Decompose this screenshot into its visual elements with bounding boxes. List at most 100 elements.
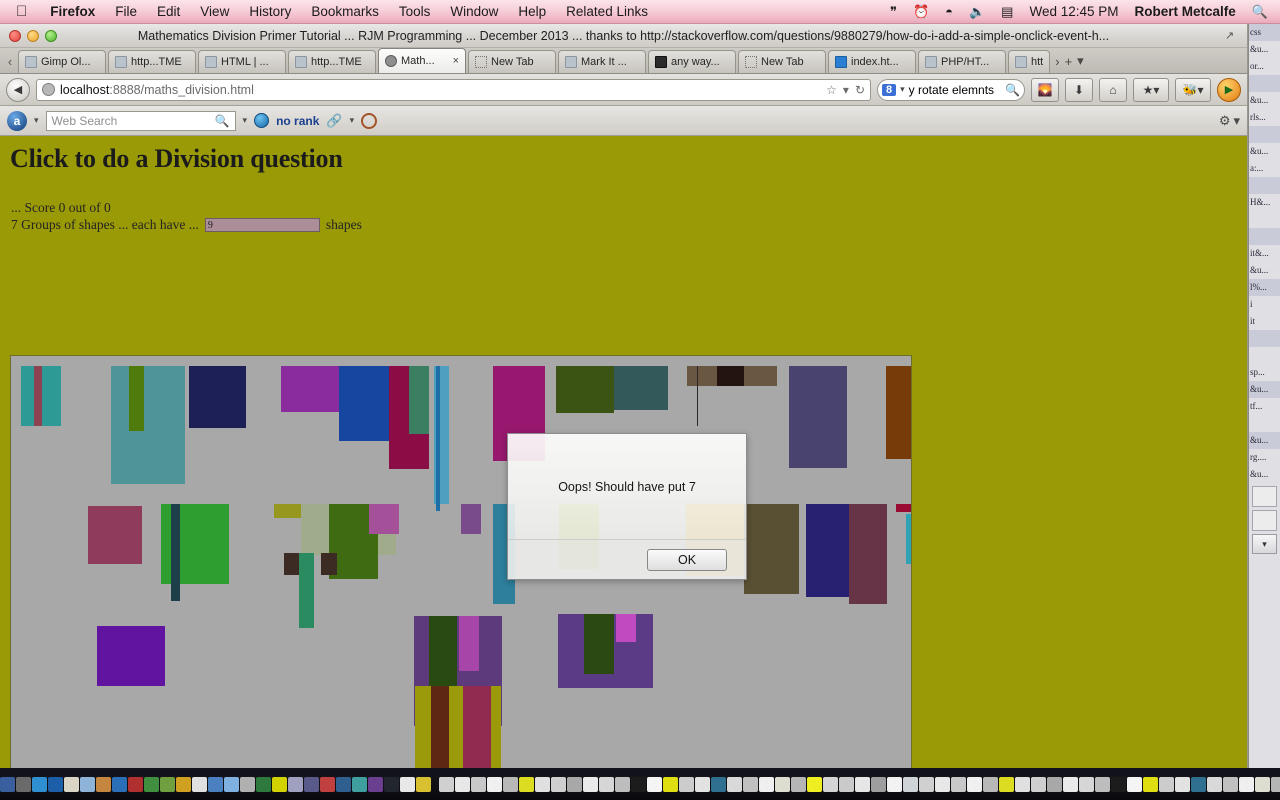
chevron-down-icon[interactable]: ▾ [900,84,905,95]
shape-rect[interactable] [431,686,449,768]
dock-window-icon[interactable] [583,777,598,792]
shape-rect[interactable] [806,504,850,597]
tab-http-tme-2[interactable]: http...TME [288,50,376,73]
shape-rect[interactable] [459,616,479,671]
wifi-icon[interactable]: ◓ [937,5,961,18]
dock-icon[interactable] [32,777,47,792]
firebug-button[interactable]: 🐝▾ [1175,77,1211,102]
bookmarks-button[interactable]: ★▾ [1133,77,1169,102]
dock-window-icon[interactable] [439,777,454,792]
shape-rect[interactable] [129,366,144,431]
shape-rect[interactable] [697,366,698,426]
menu-item-related-links[interactable]: Related Links [556,4,658,19]
dock-window-icon[interactable] [1079,777,1094,792]
shape-rect[interactable] [171,504,180,601]
tab-gimp[interactable]: Gimp Ol... [18,50,106,73]
dock-window-icon[interactable] [631,777,646,792]
dock-window-icon[interactable] [823,777,838,792]
battery-icon[interactable]: ▤ [993,5,1021,18]
zoom-window-button[interactable] [45,29,57,42]
dock-window-icon[interactable] [567,777,582,792]
chevron-down-icon[interactable]: ▾ [350,115,355,126]
dock-window-icon[interactable] [1191,777,1206,792]
reload-icon[interactable]: ↻ [855,83,865,97]
shape-rect[interactable] [614,366,668,410]
dock-icon[interactable] [304,777,319,792]
bg-window-field[interactable] [1252,486,1277,507]
play-icon[interactable]: ▶ [1217,77,1241,102]
url-bar[interactable]: localhost:8888/maths_division.html ☆ ▾ ↻ [36,78,871,101]
shape-rect[interactable] [409,366,429,434]
dock-window-icon[interactable] [455,777,470,792]
dock-icon[interactable] [384,777,399,792]
shape-rect[interactable] [34,366,42,426]
dock-icon[interactable] [208,777,223,792]
answer-input[interactable] [204,218,320,232]
dock-icon[interactable] [192,777,207,792]
dock-icon[interactable] [352,777,367,792]
dock-window-icon[interactable] [1207,777,1222,792]
shape-rect[interactable] [88,506,142,564]
ok-button[interactable]: OK [647,549,727,571]
dock-window-icon[interactable] [1063,777,1078,792]
downloads-button[interactable]: ⬇ [1065,77,1093,102]
shape-rect[interactable] [97,626,165,686]
dock-window-icon[interactable] [679,777,694,792]
shape-rect[interactable] [717,366,744,386]
dock-icon[interactable] [0,777,15,792]
dock-icon[interactable] [64,777,79,792]
dock-window-icon[interactable] [807,777,822,792]
dock-icon[interactable] [96,777,111,792]
tab-new-tab-1[interactable]: New Tab [468,50,556,73]
menubar-username[interactable]: Robert Metcalfe [1127,4,1244,19]
dock-window-icon[interactable] [1239,777,1254,792]
tab-htt[interactable]: htt [1008,50,1051,73]
dock-icon[interactable] [336,777,351,792]
shape-rect[interactable] [369,504,399,534]
screenshot-button[interactable]: 🌄 [1031,77,1059,102]
dock-icon[interactable] [272,777,287,792]
shape-rect[interactable] [556,366,614,413]
shape-rect[interactable] [339,366,389,441]
dock-window-icon[interactable] [695,777,710,792]
shape-rect[interactable] [111,366,185,484]
alexa-icon[interactable]: a [7,110,27,131]
chevron-down-icon[interactable]: ▾ [34,115,39,126]
shape-rect[interactable] [299,553,314,628]
search-icon[interactable]: 🔍 [1005,83,1020,97]
search-icon[interactable]: 🔍 [1244,5,1280,18]
tab-new-tab-2[interactable]: New Tab [738,50,826,73]
dock-icon[interactable] [48,777,63,792]
tab-mark-it[interactable]: Mark It ... [558,50,646,73]
dock-window-icon[interactable] [903,777,918,792]
bg-window-dropdown[interactable]: ▾ [1252,534,1277,554]
dock-window-icon[interactable] [855,777,870,792]
tab-index-html[interactable]: index.ht... [828,50,916,73]
gear-icon[interactable]: ⚙ [1219,113,1231,129]
dock-window-icon[interactable] [1031,777,1046,792]
dock-window-icon[interactable] [1015,777,1030,792]
dock-window-icon[interactable] [1223,777,1238,792]
dock-window-icon[interactable] [951,777,966,792]
dock-window-icon[interactable] [1255,777,1270,792]
dock-window-icon[interactable] [983,777,998,792]
shape-rect[interactable] [849,504,887,604]
dock[interactable] [0,776,1280,800]
dock-icon[interactable] [160,777,175,792]
chevron-down-icon[interactable]: ▾ [1233,113,1240,129]
dock-window-icon[interactable] [615,777,630,792]
dock-window-icon[interactable] [759,777,774,792]
wayback-clock-icon[interactable] [361,112,378,129]
dock-window-icon[interactable] [1095,777,1110,792]
time-machine-icon[interactable]: ⏰ [905,5,937,18]
dock-window-icon[interactable] [1127,777,1142,792]
dock-window-icon[interactable] [1143,777,1158,792]
tab-math-active[interactable]: Math... × [378,48,466,73]
menu-item-window[interactable]: Window [440,4,508,19]
dock-icon[interactable] [368,777,383,792]
bg-window-field[interactable] [1252,510,1277,531]
menu-item-history[interactable]: History [239,4,301,19]
dock-window-icon[interactable] [647,777,662,792]
shape-rect[interactable] [461,504,481,534]
dock-icon[interactable] [320,777,335,792]
